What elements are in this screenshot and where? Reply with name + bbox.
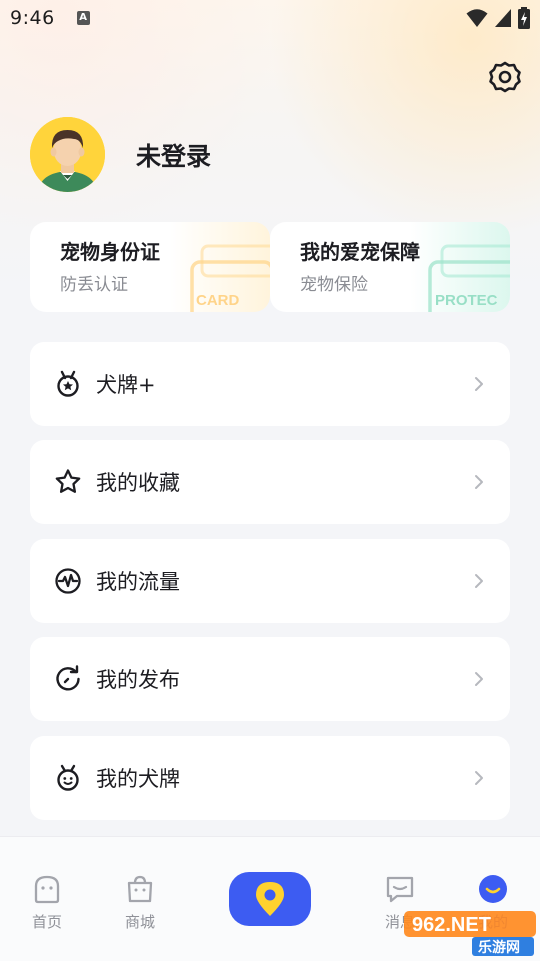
battery-icon bbox=[518, 7, 530, 29]
signal-icon bbox=[495, 9, 511, 27]
watermark-logo: 962.NET 乐游网 bbox=[404, 911, 536, 956]
wifi-icon bbox=[466, 9, 488, 27]
avatar[interactable] bbox=[30, 117, 105, 192]
login-status[interactable]: 未登录 bbox=[136, 137, 211, 173]
medal-icon bbox=[57, 370, 79, 397]
status-icons bbox=[466, 7, 530, 29]
chevron-right-icon bbox=[475, 475, 483, 489]
pet-id-card[interactable]: 宠物身份证 防丢认证 CARD bbox=[30, 222, 270, 312]
chevron-right-icon bbox=[475, 672, 483, 686]
tab-label: 首页 bbox=[31, 913, 62, 931]
menu-item-dog-tag-plus[interactable]: 犬牌+ bbox=[30, 342, 510, 426]
tab-home[interactable]: 首页 bbox=[7, 873, 87, 932]
location-pin-icon bbox=[256, 882, 284, 916]
chevron-right-icon bbox=[475, 574, 483, 588]
chevron-right-icon bbox=[475, 771, 483, 785]
insurance-card-icon: PROTEC bbox=[428, 244, 510, 312]
gear-icon bbox=[489, 61, 521, 93]
star-icon bbox=[55, 469, 81, 493]
pet-insurance-card[interactable]: 我的爱宠保障 宠物保险 PROTEC bbox=[270, 222, 510, 312]
settings-button[interactable] bbox=[488, 60, 522, 94]
pulse-icon bbox=[55, 568, 81, 594]
menu-label: 我的犬牌 bbox=[96, 767, 180, 791]
notification-a-icon: A bbox=[76, 11, 90, 25]
message-icon bbox=[386, 876, 414, 903]
menu-item-my-posts[interactable]: 我的发布 bbox=[30, 637, 510, 721]
status-bar: 9:46 A bbox=[0, 0, 540, 36]
dog-tag-icon bbox=[57, 764, 79, 791]
status-time: 9:46 bbox=[10, 7, 55, 29]
menu-item-my-dog-tags[interactable]: 我的犬牌 bbox=[30, 736, 510, 820]
tab-label: 商城 bbox=[124, 913, 155, 931]
menu-label: 我的流量 bbox=[96, 570, 180, 594]
home-icon bbox=[34, 875, 60, 904]
watermark-text-top: 962.NET bbox=[412, 914, 491, 936]
chevron-right-icon bbox=[475, 377, 483, 391]
tab-location[interactable] bbox=[229, 872, 311, 926]
watermark-text-bottom: 乐游网 bbox=[478, 939, 520, 956]
shop-bag-icon bbox=[127, 875, 153, 903]
tab-shop[interactable]: 商城 bbox=[100, 873, 180, 932]
menu-label: 犬牌+ bbox=[96, 373, 156, 397]
menu-item-traffic[interactable]: 我的流量 bbox=[30, 539, 510, 623]
menu-label: 我的发布 bbox=[96, 668, 180, 692]
promo-deco-text: CARD bbox=[196, 292, 239, 309]
menu-label: 我的收藏 bbox=[96, 471, 180, 495]
avatar-icon bbox=[30, 117, 105, 192]
profile-face-icon bbox=[479, 875, 507, 903]
promo-deco-text: PROTEC bbox=[435, 292, 498, 309]
id-card-icon: CARD bbox=[190, 244, 270, 312]
menu-item-favorites[interactable]: 我的收藏 bbox=[30, 440, 510, 524]
refresh-icon bbox=[56, 665, 80, 691]
